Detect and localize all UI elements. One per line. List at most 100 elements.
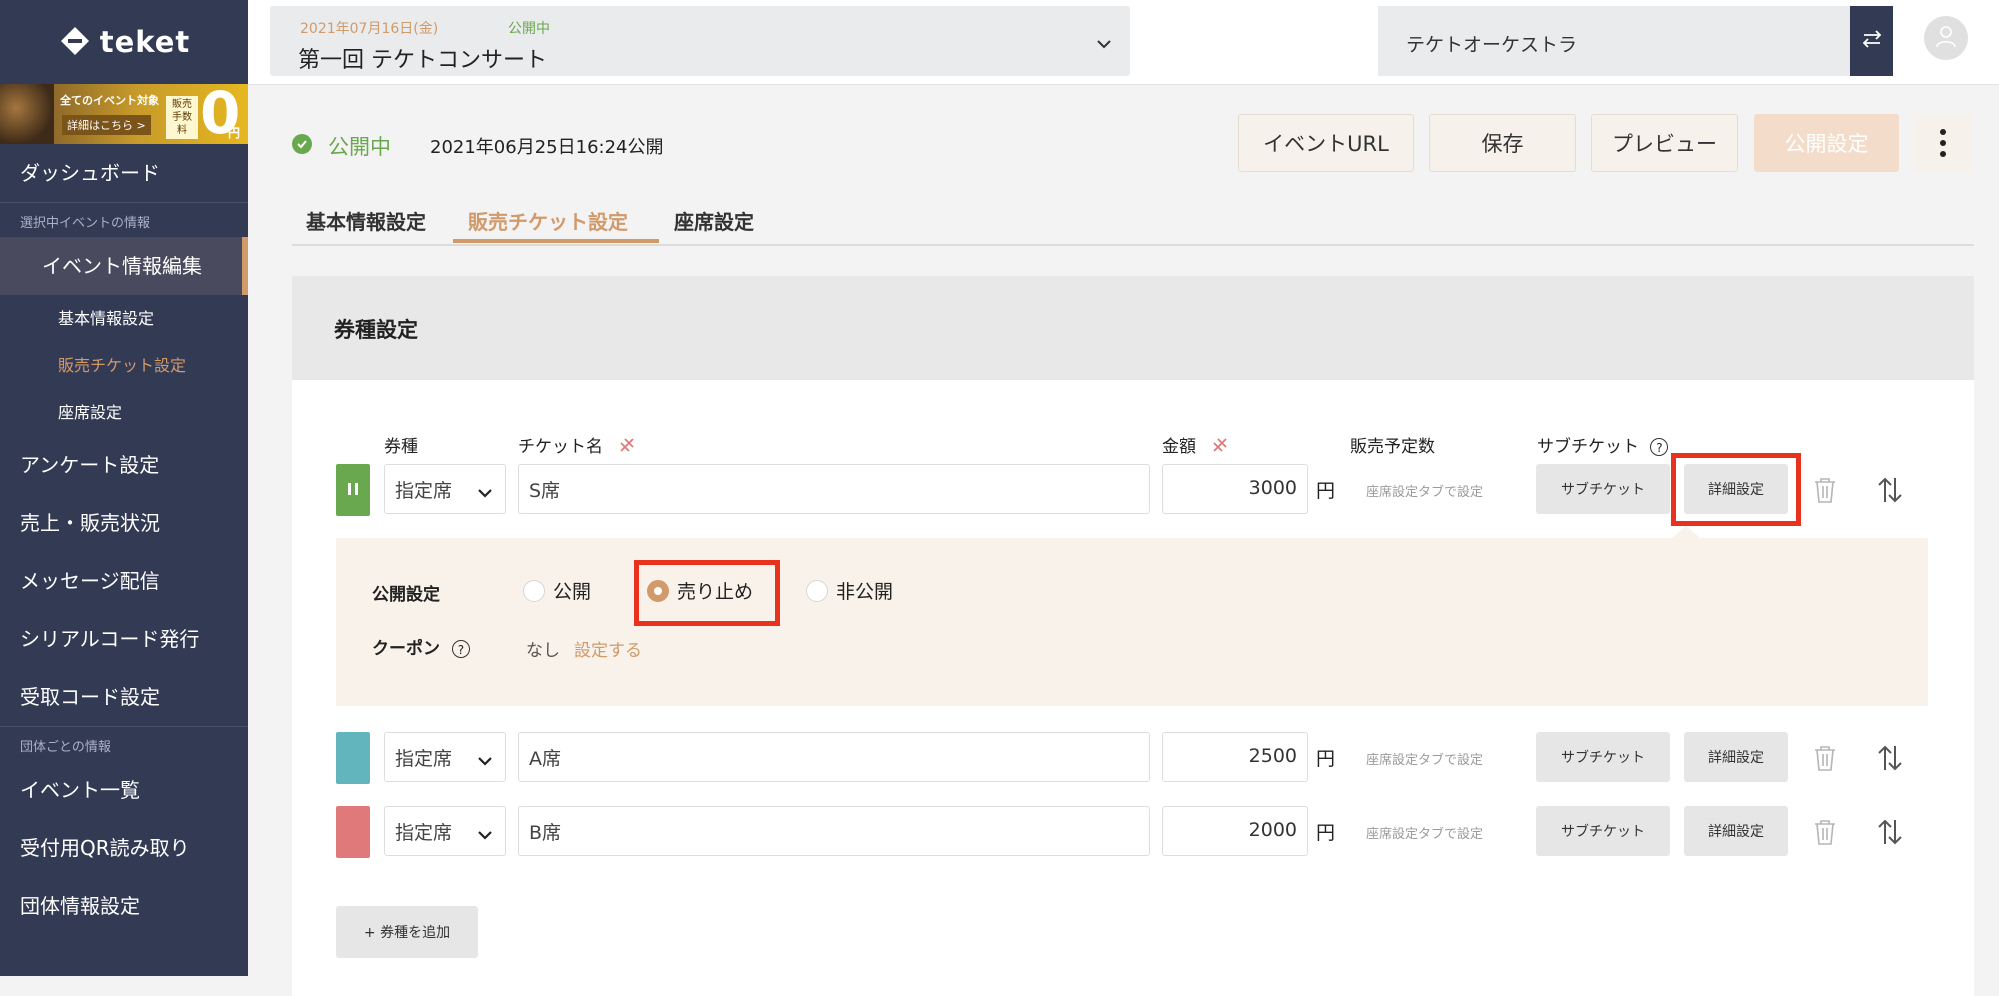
drag-handle[interactable] [336,464,370,516]
trash-icon[interactable] [1812,818,1838,850]
ticket-type-select[interactable]: 指定席 [384,806,506,856]
chevron-down-icon [477,749,493,771]
settings-tabs: 基本情報設定 販売チケット設定 座席設定 [292,198,1974,246]
ticket-name-input[interactable]: B席 [518,806,1150,856]
drag-handle[interactable] [336,732,370,784]
coupon-value: なし [526,641,560,661]
sub-ticket-button[interactable]: サブチケット [1536,806,1670,856]
detail-pointer [1672,526,1700,538]
sidebar-subitem-tickets[interactable]: 販売チケット設定 [0,342,248,389]
panel-title: 券種設定 [334,318,418,342]
more-menu-icon[interactable] [1914,114,1972,172]
publish-status: 公開中 [328,135,391,159]
tab-seats[interactable]: 座席設定 [674,206,754,235]
banner-link[interactable]: 詳細はこちら > [62,115,151,135]
column-sub: サブチケット [1537,437,1639,457]
ticket-price-input[interactable]: 2500 [1162,732,1308,782]
banner-fee-label: 販売 手数料 [166,96,198,139]
ticket-price-input[interactable]: 3000 [1162,464,1308,514]
pause-icon [347,481,359,500]
sidebar-item-org-settings[interactable]: 団体情報設定 [0,877,248,935]
sidebar-section-event: 選択中イベントの情報 [20,216,151,231]
sidebar-item-survey[interactable]: アンケート設定 [0,436,248,494]
yen-unit: 円 [1316,480,1336,502]
publish-settings-button[interactable]: 公開設定 [1754,114,1899,172]
drag-handle[interactable] [336,806,370,858]
sort-arrows-icon[interactable] [1876,476,1904,508]
ticket-name-input[interactable]: S席 [518,464,1150,514]
ticket-type-value: 指定席 [395,480,453,502]
organization-name: テケトオーケストラ [1406,34,1578,56]
column-price-wrap: 金額 [1162,432,1229,459]
event-title: 第一回 テケトコンサート [298,48,547,73]
column-price: 金額 [1162,437,1196,457]
required-pin-icon [1211,436,1229,459]
ticket-row: 指定席 A席 2500 円 座席設定タブで設定 サブチケット 詳細設定 [336,732,1936,784]
detail-settings-button[interactable]: 詳細設定 [1684,732,1788,782]
save-button[interactable]: 保存 [1429,114,1576,172]
sidebar-item-messages[interactable]: メッセージ配信 [0,552,248,610]
highlight-stop-sale [634,560,780,626]
column-name-wrap: チケット名 [518,432,636,459]
column-sub-wrap: サブチケット ? [1537,432,1669,457]
stock-note: 座席設定タブで設定 [1366,753,1484,768]
sidebar-item-dashboard[interactable]: ダッシュボード [0,144,248,203]
sidebar-section-org: 団体ごとの情報 [0,726,248,761]
sub-ticket-button[interactable]: サブチケット [1536,464,1670,514]
sort-arrows-icon[interactable] [1876,818,1904,850]
radio-private-label: 非公開 [836,581,894,603]
tab-ticket-sales[interactable]: 販売チケット設定 [468,206,628,235]
panel-header: 券種設定 [292,276,1974,380]
sidebar-item-sales[interactable]: 売上・販売状況 [0,494,248,552]
detail-settings-button[interactable]: 詳細設定 [1684,806,1788,856]
trash-icon[interactable] [1812,744,1838,776]
sidebar-subitem-seats[interactable]: 座席設定 [0,389,248,436]
radio-private[interactable]: 非公開 [806,577,893,604]
sidebar-item-event-edit[interactable]: イベント情報編集 [0,237,248,295]
ticket-type-select[interactable]: 指定席 [384,732,506,782]
sidebar-item-qr-reader[interactable]: 受付用QR読み取り [0,819,248,877]
radio-public[interactable]: 公開 [523,577,591,604]
sidebar-item-serial-codes[interactable]: シリアルコード発行 [0,610,248,668]
sidebar-item-event-list[interactable]: イベント一覧 [0,761,248,819]
sort-arrows-icon[interactable] [1876,744,1904,776]
stock-note: 座席設定タブで設定 [1366,827,1484,842]
help-icon[interactable]: ? [1650,438,1669,456]
teket-logo-icon [58,25,92,59]
avatar[interactable] [1924,16,1968,60]
event-url-button[interactable]: イベントURL [1238,114,1414,172]
ticket-type-select[interactable]: 指定席 [384,464,506,514]
radio-circle [523,579,545,602]
sub-ticket-button[interactable]: サブチケット [1536,732,1670,782]
check-circle-icon [292,134,312,154]
banner-fee-unit: 円 [228,126,241,140]
highlight-detail-settings [1671,453,1801,526]
radio-circle [806,579,828,602]
ticket-price-input[interactable]: 2000 [1162,806,1308,856]
column-stock: 販売予定数 [1350,437,1435,457]
coupon-set-link[interactable]: 設定する [574,636,642,661]
preview-button[interactable]: プレビュー [1591,114,1738,172]
ticket-name-input[interactable]: A席 [518,732,1150,782]
publish-setting-label: 公開設定 [372,585,440,605]
tab-basic-info[interactable]: 基本情報設定 [306,206,426,235]
organization-selector[interactable]: テケトオーケストラ [1378,6,1850,76]
chevron-down-icon [1096,34,1112,53]
trash-icon[interactable] [1812,476,1838,508]
promo-banner[interactable]: 全てのイベント対象 詳細はこちら > 販売 手数料 0 円 [0,84,248,144]
event-selector[interactable]: 2021年07月16日(金) 公開中 第一回 テケトコンサート [270,6,1130,76]
swap-arrows-icon [1861,29,1883,53]
required-pin-icon [618,436,636,459]
column-type: 券種 [384,437,418,457]
logo[interactable]: teket [0,0,248,84]
coupon-label: クーポン [372,639,440,659]
sidebar-item-receive-codes[interactable]: 受取コード設定 [0,668,248,726]
switch-organization-button[interactable] [1850,6,1893,76]
radio-public-label: 公開 [553,581,592,603]
help-icon[interactable]: ? [451,640,470,658]
sidebar-subitem-basic[interactable]: 基本情報設定 [0,295,248,342]
active-tab-indicator [453,239,659,243]
ticket-row: 指定席 B席 2000 円 座席設定タブで設定 サブチケット 詳細設定 [336,806,1936,858]
add-ticket-type-button[interactable]: + 券種を追加 [336,906,478,958]
ticket-type-panel: 券種設定 券種 チケット名 金額 販売予定数 サブチケット ? 指定席 S席 3… [292,276,1974,996]
